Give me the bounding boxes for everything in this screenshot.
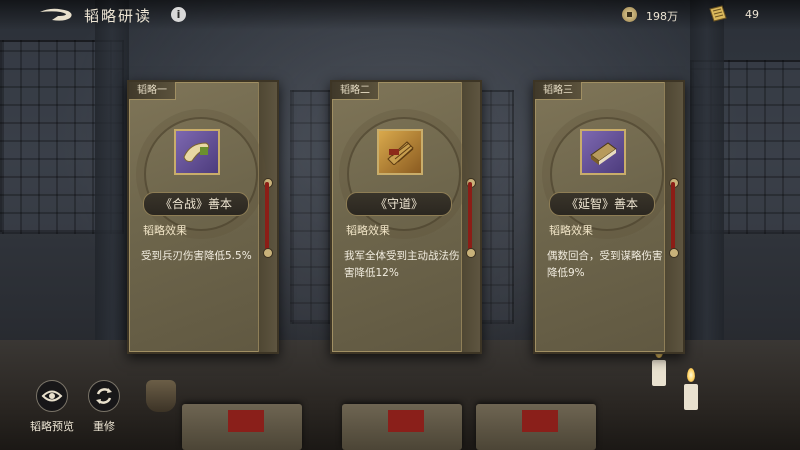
book-prop — [342, 404, 462, 450]
book-prop — [182, 404, 302, 450]
reroll-label: 重修 — [93, 420, 115, 433]
book-icon — [590, 142, 617, 165]
candle — [684, 384, 698, 410]
item-frame — [174, 129, 220, 175]
top-bar: 韬略研读 i 198万 49 — [0, 0, 800, 30]
strategy-preview-button[interactable]: 韬略预览 — [24, 380, 80, 433]
background-pillar — [95, 0, 129, 340]
incense-burner — [146, 380, 176, 412]
strategy-card-3[interactable]: 韬略三 《延智》善本 韬略效果 偶数回合，受到谋略伤害降低9% — [533, 80, 685, 354]
strategy-card-2[interactable]: 韬略二 《守道》 韬略效果 我军全体受到主动战法伤害降低12% — [330, 80, 482, 354]
candle — [652, 360, 666, 386]
reroll-button[interactable]: 重修 — [82, 380, 126, 433]
effect-label: 韬略效果 — [143, 224, 187, 237]
scroll-count: 49 — [745, 8, 759, 21]
card-tab: 韬略二 — [332, 82, 379, 100]
effect-text: 偶数回合，受到谋略伤害降低9% — [547, 250, 663, 279]
background-pillar — [690, 0, 724, 340]
card-rail — [258, 82, 277, 352]
preview-label: 韬略预览 — [30, 420, 74, 433]
card-title: 《守道》 — [346, 192, 452, 216]
item-frame — [580, 129, 626, 175]
effect-label: 韬略效果 — [549, 224, 593, 237]
candle-flame — [687, 368, 695, 382]
info-icon[interactable]: i — [171, 7, 186, 22]
item-frame — [377, 129, 423, 175]
back-arrow-icon[interactable] — [38, 6, 74, 24]
eye-icon — [36, 380, 68, 412]
refresh-icon — [88, 380, 120, 412]
scroll-icon — [183, 142, 210, 162]
bamboo-scroll-icon — [387, 141, 414, 165]
effect-text: 我军全体受到主动战法伤害降低12% — [344, 250, 460, 279]
coin-icon — [622, 7, 637, 22]
card-tab: 韬略一 — [129, 82, 176, 100]
card-rail — [664, 82, 683, 352]
card-rail — [461, 82, 480, 352]
coin-count: 198万 — [646, 10, 678, 23]
effect-label: 韬略效果 — [346, 224, 390, 237]
page-title: 韬略研读 — [84, 7, 153, 25]
book-prop — [476, 404, 596, 450]
card-tab: 韬略三 — [535, 82, 582, 100]
effect-text: 受到兵刃伤害降低5.5% — [141, 250, 252, 262]
strategy-card-1[interactable]: 韬略一 《合战》善本 韬略效果 受到兵刃伤害降低5.5% — [127, 80, 279, 354]
scroll-currency-icon — [709, 5, 727, 22]
card-title: 《合战》善本 — [143, 192, 249, 216]
card-title: 《延智》善本 — [549, 192, 655, 216]
